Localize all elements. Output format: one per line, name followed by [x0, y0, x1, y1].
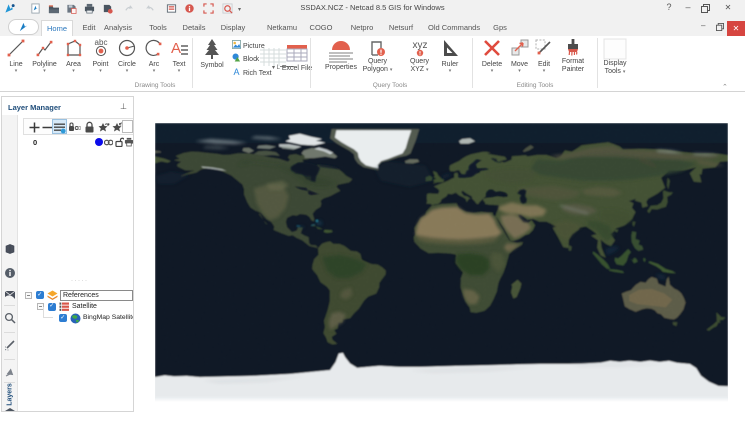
svg-text:A: A [171, 40, 181, 57]
svg-text:xyz: xyz [412, 40, 427, 51]
svg-text:A: A [233, 67, 239, 76]
svg-text:abc: abc [94, 38, 107, 47]
